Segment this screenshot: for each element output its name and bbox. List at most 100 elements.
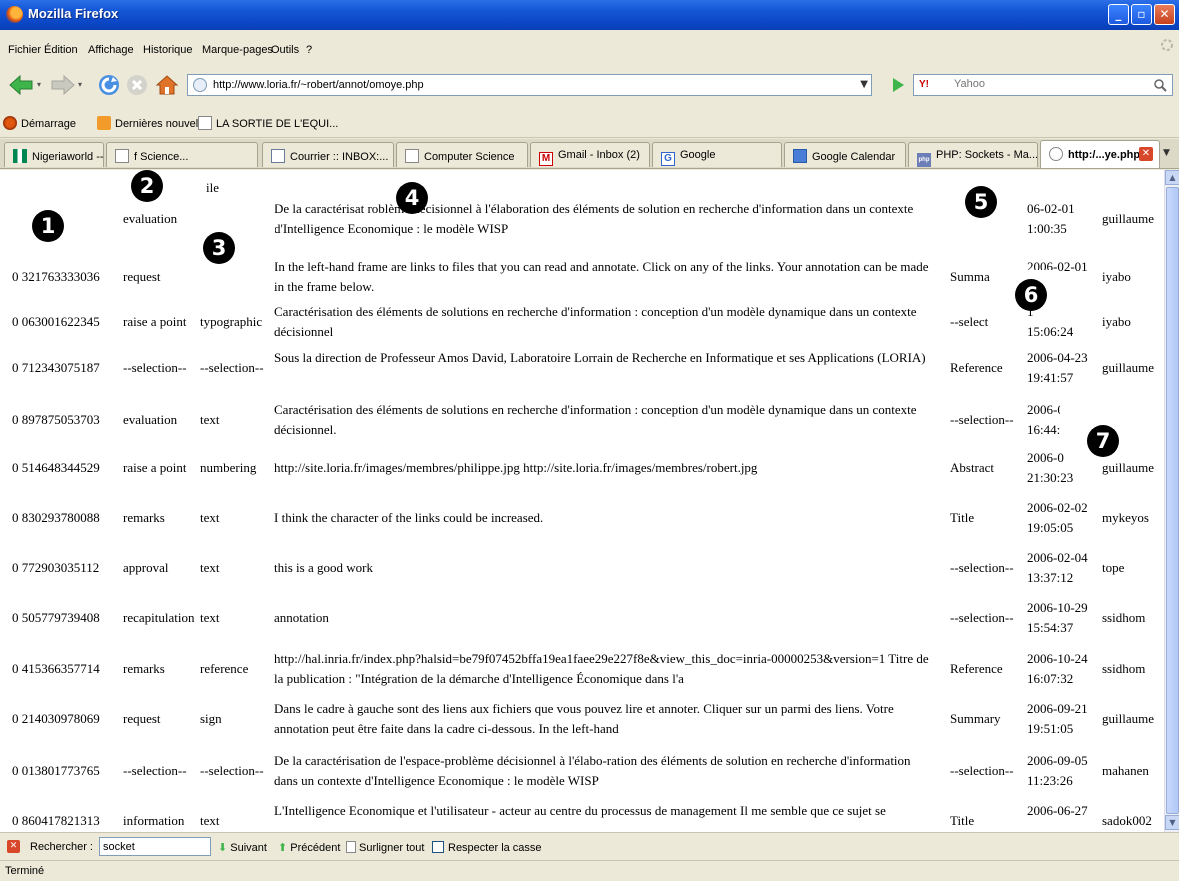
- tab-close-icon[interactable]: ✕: [1139, 147, 1153, 161]
- find-next-button[interactable]: ⬇ Suivant: [218, 841, 267, 854]
- row-date: 06-02-01: [1027, 201, 1075, 216]
- highlight-all-button[interactable]: Surligner tout: [346, 841, 424, 854]
- scroll-down-icon[interactable]: ▼: [1165, 815, 1179, 830]
- find-label: Rechercher :: [30, 841, 93, 853]
- page-content: Connected userile8evaluationDe la caract…: [0, 170, 1164, 832]
- tab-active-omoye[interactable]: http:/...ye.php ✕: [1040, 140, 1160, 168]
- row-annotation-text: In the left-hand frame are links to file…: [274, 259, 929, 294]
- url-dropdown-icon[interactable]: ▼: [860, 79, 868, 90]
- find-previous-button[interactable]: ⬆ Précédent: [278, 841, 340, 854]
- row-subtype: sign: [200, 711, 222, 726]
- tab-google-calendar[interactable]: Google Calendar: [784, 142, 906, 167]
- scroll-thumb[interactable]: [1166, 187, 1179, 814]
- marker-3: 3: [203, 232, 235, 264]
- title-bar: Mozilla Firefox _ ▫ ✕: [0, 0, 1179, 30]
- row-date: 2006-0: [1027, 402, 1064, 417]
- tab-php-sockets[interactable]: php PHP: Sockets - Ma...: [908, 142, 1038, 167]
- row-type: approval: [123, 560, 169, 575]
- row-subtype: reference: [200, 661, 249, 676]
- bookmark-la-sortie[interactable]: LA SORTIE DE L'EQUI...: [198, 116, 338, 130]
- tab-gmail[interactable]: M Gmail - Inbox (2): [530, 142, 650, 167]
- menu-marque-pages[interactable]: Marque-pages: [202, 44, 273, 56]
- highlight-icon: [346, 841, 356, 853]
- row-user: iyabo: [1102, 269, 1131, 284]
- bookmark-dernieres-nouvelles[interactable]: Dernières nouvelles: [97, 116, 212, 130]
- vertical-scrollbar[interactable]: ▲ ▼: [1164, 170, 1179, 832]
- find-bar: ✕ Rechercher : ⬇ Suivant ⬆ Précédent Sur…: [0, 832, 1179, 860]
- search-input[interactable]: [954, 78, 1134, 90]
- row-type: evaluation: [123, 211, 178, 226]
- row-time: 15:06:24: [1027, 324, 1074, 339]
- site-identity-icon[interactable]: [193, 78, 207, 92]
- stop-icon[interactable]: [124, 72, 150, 98]
- go-button-icon[interactable]: [891, 77, 905, 93]
- close-button[interactable]: ✕: [1154, 4, 1175, 25]
- reload-icon[interactable]: [96, 72, 122, 98]
- throbber-icon: [1161, 39, 1173, 51]
- row-annotation-text: this is a good work: [274, 560, 373, 575]
- row-user: mahanen: [1102, 763, 1149, 778]
- search-icon[interactable]: [1153, 78, 1167, 92]
- row-user: sadok002: [1102, 813, 1152, 828]
- forward-arrow-icon[interactable]: [50, 72, 76, 98]
- forward-dropdown-icon[interactable]: ▾: [78, 80, 82, 89]
- google-icon: G: [661, 152, 675, 166]
- menu-outils[interactable]: Outils: [271, 44, 299, 56]
- find-input[interactable]: [99, 837, 211, 856]
- back-arrow-icon[interactable]: [8, 72, 34, 98]
- row-category: Title: [950, 510, 975, 525]
- checkbox-icon[interactable]: [432, 841, 444, 853]
- row-time: 15:54:37: [1027, 620, 1074, 635]
- row-annotation-text: annotation: [274, 610, 329, 625]
- menu-historique[interactable]: Historique: [143, 44, 193, 56]
- url-text[interactable]: http://www.loria.fr/~robert/annot/omoye.…: [213, 79, 424, 91]
- scroll-up-icon[interactable]: ▲: [1165, 170, 1179, 185]
- row-id: 0 897875053703: [12, 412, 100, 427]
- row-annotation-text: Sous la direction de Professeur Amos Dav…: [274, 350, 926, 365]
- menu-edition[interactable]: Édition: [44, 44, 78, 56]
- row-id: 0 013801773765: [12, 763, 100, 778]
- close-find-icon[interactable]: ✕: [7, 840, 20, 853]
- search-engine-icon[interactable]: Y!: [919, 79, 929, 90]
- row-user: ssidhom: [1102, 661, 1146, 676]
- match-case-checkbox[interactable]: Respecter la casse: [432, 841, 542, 854]
- menu-fichier[interactable]: Fichier: [8, 44, 41, 56]
- tab-list-icon[interactable]: ▼: [1163, 148, 1170, 158]
- navigation-toolbar: ▾ ▾ http://www.loria.fr/~robert/annot/om…: [0, 64, 1179, 106]
- row-subtype: --selection--: [200, 763, 264, 778]
- tab-google[interactable]: G Google: [652, 142, 782, 167]
- url-bar[interactable]: http://www.loria.fr/~robert/annot/omoye.…: [187, 74, 872, 96]
- row-annotation-text: http://site.loria.fr/images/membres/phil…: [274, 460, 758, 475]
- tab-science[interactable]: f Science...: [106, 142, 258, 167]
- row-time: 13:37:12: [1027, 570, 1074, 585]
- bookmark-demarrage[interactable]: Démarrage: [3, 116, 76, 130]
- row-category: --selection--: [950, 560, 1014, 575]
- row-subtype: text: [200, 813, 220, 828]
- row-category: Abstract: [950, 460, 995, 475]
- back-dropdown-icon[interactable]: ▾: [37, 80, 41, 89]
- row-date: 2006-10-24: [1027, 651, 1088, 666]
- row-id: 0 063001622345: [12, 314, 100, 329]
- row-user: guillaume: [1102, 211, 1154, 226]
- rss-feed-icon: [97, 116, 111, 130]
- menu-help[interactable]: ?: [306, 44, 312, 56]
- row-time: 21:30:23: [1027, 470, 1074, 485]
- row-type: remarks: [123, 661, 165, 676]
- row-date: 2006-02-04: [1027, 550, 1088, 565]
- search-box[interactable]: Y!: [913, 74, 1173, 96]
- firefox-logo-icon: [6, 6, 23, 23]
- row-type: evaluation: [123, 412, 178, 427]
- minimize-button[interactable]: _: [1108, 4, 1129, 25]
- row-user: ssidhom: [1102, 610, 1146, 625]
- maximize-button[interactable]: ▫: [1131, 4, 1152, 25]
- tab-nigeriaworld[interactable]: Nigeriaworld -- A...: [4, 142, 104, 167]
- tab-courrier[interactable]: Courrier :: INBOX:...: [262, 142, 394, 167]
- row-user: guillaume: [1102, 460, 1154, 475]
- row-subtype: numbering: [200, 460, 257, 475]
- menu-affichage[interactable]: Affichage: [88, 44, 134, 56]
- row-type: information: [123, 813, 185, 828]
- row-time: 11:23:26: [1027, 773, 1073, 788]
- row-subtype: text: [200, 610, 220, 625]
- tab-computer-science[interactable]: Computer Science: [396, 142, 528, 167]
- home-icon[interactable]: [154, 72, 180, 98]
